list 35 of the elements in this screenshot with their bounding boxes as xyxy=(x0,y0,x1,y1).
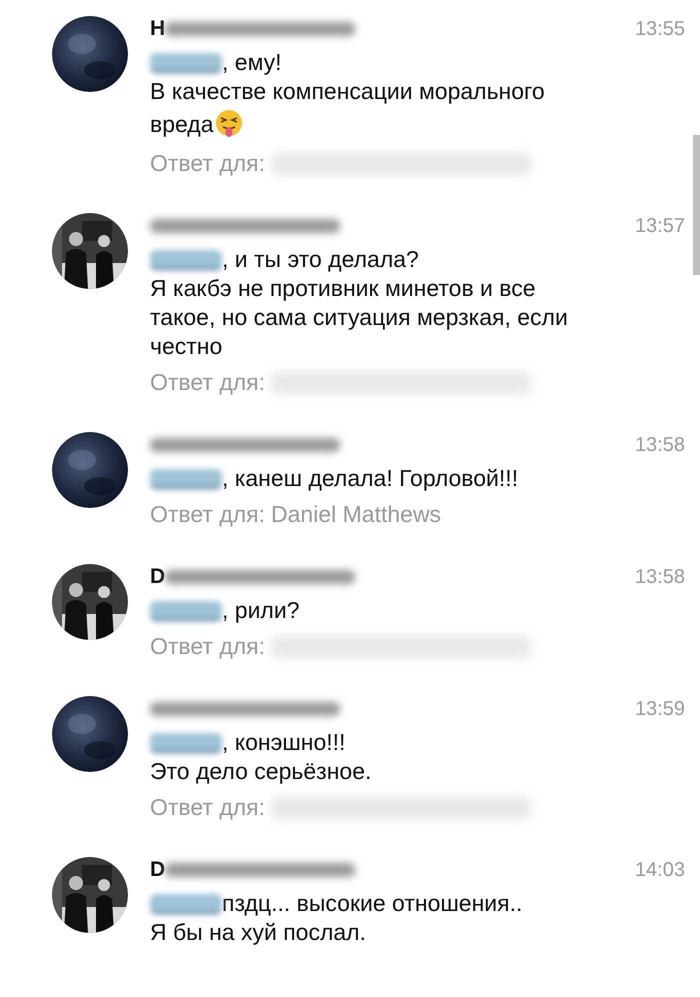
message-text: , конэшно!!! xyxy=(222,728,346,757)
message-text: , и ты это делала? xyxy=(222,245,419,274)
message-time: 13:57 xyxy=(634,214,685,238)
author-name: D xyxy=(150,565,166,589)
reply-label: Ответ для: xyxy=(150,633,266,660)
message-text: Я какбэ не противник минетов и все xyxy=(150,274,536,303)
message-time: 13:58 xyxy=(634,434,685,456)
mention-blur xyxy=(150,732,222,752)
message-text: пздц... высокие отношения.. xyxy=(222,889,522,918)
mention-blur xyxy=(150,468,222,488)
mention-blur xyxy=(150,250,222,270)
author-name: D xyxy=(150,858,166,882)
reply-author[interactable]: Daniel Matthews xyxy=(271,501,442,528)
message-text: , рили? xyxy=(222,596,300,625)
message-text: В качестве компенсации морального xyxy=(150,77,545,106)
message-time: 13:55 xyxy=(634,18,685,40)
reply-label: Ответ для: xyxy=(150,501,266,528)
mention-blur xyxy=(150,52,222,72)
message-text: честно xyxy=(150,332,222,361)
message-text: , канеш делала! Горловой!!! xyxy=(222,464,518,493)
scrollbar[interactable] xyxy=(693,135,700,275)
mention-blur xyxy=(150,600,222,620)
author-name: Н xyxy=(150,17,166,41)
message-time: 14:03 xyxy=(634,858,685,882)
message-time: 13:58 xyxy=(634,566,685,588)
message-text: , ему! xyxy=(222,48,282,77)
mention-blur xyxy=(150,894,222,914)
message-text: вреда xyxy=(150,110,214,139)
reply-label: Ответ для: xyxy=(150,369,266,396)
reply-label: Ответ для: xyxy=(150,794,266,821)
message-text: Я бы на хуй послал. xyxy=(150,918,366,947)
message-time: 13:59 xyxy=(634,698,685,720)
reply-label: Ответ для: xyxy=(150,150,266,177)
message-text: такое, но сама ситуация мерзкая, если xyxy=(150,303,568,332)
message-text: Это дело серьёзное. xyxy=(150,757,372,786)
